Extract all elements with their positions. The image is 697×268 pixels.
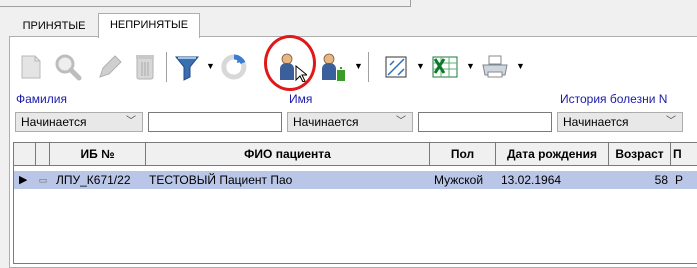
- cell-p: Р: [675, 173, 684, 187]
- surname-mode-value: Начинается: [21, 115, 87, 129]
- cell-dob: 13.02.1964: [501, 173, 562, 187]
- header-check: [36, 143, 50, 165]
- tab-accepted[interactable]: ПРИНЯТЫЕ: [11, 16, 97, 36]
- print-dropdown-icon[interactable]: ▼: [516, 61, 525, 71]
- new-document-icon[interactable]: [16, 48, 46, 86]
- header-indicator: [14, 143, 36, 165]
- refresh-icon[interactable]: [218, 48, 250, 86]
- chart-icon[interactable]: [380, 48, 412, 86]
- edit-pen-icon[interactable]: [92, 48, 124, 86]
- surname-mode-select[interactable]: Начинается ﹀: [15, 112, 143, 132]
- top-frame: [0, 0, 411, 7]
- header-ib[interactable]: ИБ №: [50, 143, 146, 165]
- name-input[interactable]: [418, 112, 552, 132]
- cell-sex: Мужской: [434, 173, 484, 187]
- search-icon[interactable]: [52, 48, 84, 86]
- filter-icon[interactable]: [172, 48, 202, 86]
- header-age[interactable]: Возраст: [609, 143, 671, 165]
- history-mode-select[interactable]: Начинается ﹀: [557, 112, 683, 132]
- cell-age: 58: [654, 173, 668, 187]
- person-info-icon[interactable]: [318, 48, 350, 86]
- name-mode-value: Начинается: [293, 115, 359, 129]
- chevron-down-icon: ﹀: [666, 116, 676, 127]
- excel-icon[interactable]: [428, 48, 462, 86]
- tab-not-accepted[interactable]: НЕПРИНЯТЫЕ: [98, 13, 200, 38]
- name-label: Имя: [289, 92, 313, 106]
- chart-dropdown-icon[interactable]: ▼: [416, 61, 425, 71]
- excel-dropdown-icon[interactable]: ▼: [466, 61, 475, 71]
- print-icon[interactable]: [478, 48, 512, 86]
- highlight-ring: [264, 35, 316, 91]
- header-fio[interactable]: ФИО пациента: [146, 143, 430, 165]
- history-mode-value: Начинается: [563, 115, 629, 129]
- grid-header: ИБ № ФИО пациента Пол Дата рождения Возр…: [14, 143, 697, 166]
- name-mode-select[interactable]: Начинается ﹀: [287, 112, 413, 132]
- cell-fio: ТЕСТОВЫЙ Пациент Пао: [149, 173, 293, 187]
- toolbar-separator: [166, 52, 170, 82]
- chevron-down-icon: ﹀: [396, 116, 406, 127]
- row-pointer-icon: ▶: [19, 174, 28, 186]
- chevron-down-icon: ﹀: [126, 116, 136, 127]
- header-sex[interactable]: Пол: [430, 143, 496, 165]
- header-dob[interactable]: Дата рождения: [496, 143, 609, 165]
- person-info-dropdown-icon[interactable]: ▼: [354, 61, 363, 71]
- surname-input[interactable]: [148, 112, 282, 132]
- toolbar-separator: [368, 52, 372, 82]
- history-label: История болезни N: [560, 92, 668, 106]
- filter-dropdown-icon[interactable]: ▼: [206, 61, 215, 71]
- row-check-icon[interactable]: ▭: [36, 171, 50, 189]
- header-p[interactable]: П: [671, 143, 697, 165]
- cell-ib: ЛПУ_К671/22: [56, 173, 131, 187]
- trash-icon[interactable]: [130, 48, 160, 86]
- surname-label: Фамилия: [16, 92, 67, 106]
- table-row[interactable]: ▶ ▭ ЛПУ_К671/22 ТЕСТОВЫЙ Пациент Пао Муж…: [14, 171, 697, 189]
- patients-grid: ИБ № ФИО пациента Пол Дата рождения Возр…: [13, 142, 697, 264]
